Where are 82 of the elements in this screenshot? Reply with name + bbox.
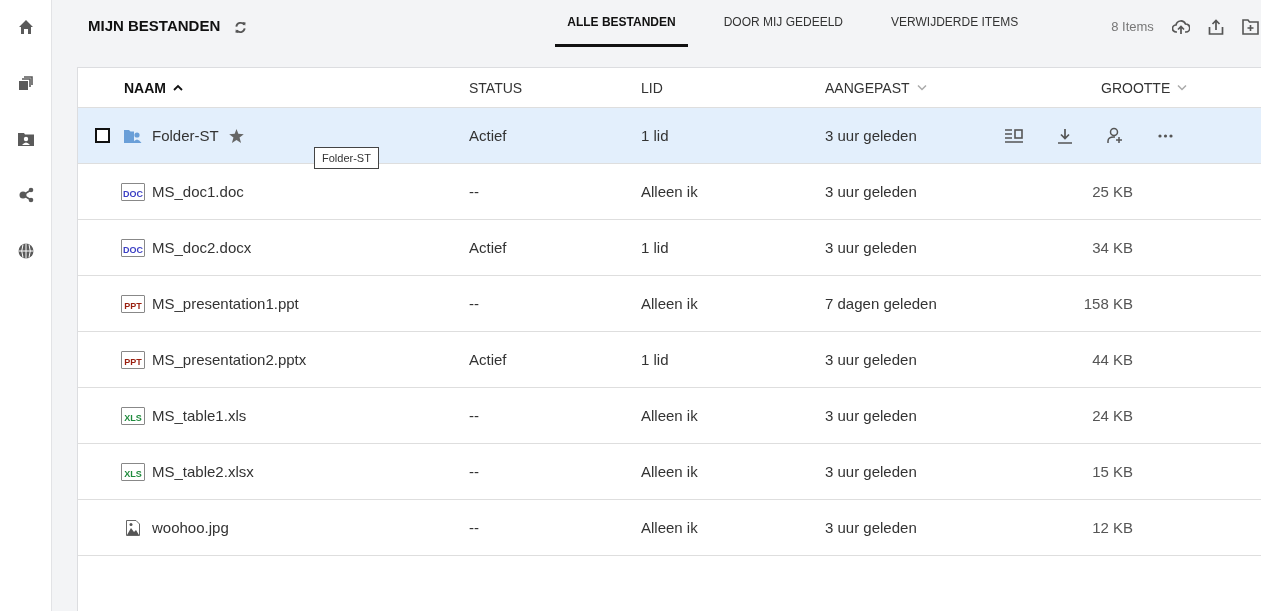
share-icon[interactable] bbox=[17, 187, 34, 203]
file-row[interactable]: XLS MS_table2.xlsx -- Alleen ik 3 uur geleden 15 KB bbox=[78, 444, 1261, 500]
size-cell-text: 25 KB bbox=[1091, 183, 1133, 200]
column-header[interactable]: GROOTTE bbox=[995, 79, 1261, 96]
status-cell-text: -- bbox=[469, 519, 480, 536]
column-header[interactable]: LID bbox=[641, 79, 825, 96]
member-cell-text: Alleen ik bbox=[641, 407, 699, 424]
home-icon[interactable] bbox=[17, 19, 34, 35]
file-name[interactable]: MS_presentation2.pptx bbox=[152, 351, 307, 368]
item-count: 8 Items bbox=[1111, 19, 1154, 34]
status-cell-text: -- bbox=[469, 407, 480, 424]
member-cell-text: Alleen ik bbox=[641, 463, 699, 480]
modified-cell-text: 3 uur geleden bbox=[825, 463, 918, 480]
status-cell-text: Actief bbox=[469, 127, 508, 144]
size-cell-text: 44 KB bbox=[1091, 351, 1133, 368]
size-cell-text: 158 KB bbox=[1082, 295, 1133, 312]
shared-folder-icon bbox=[124, 128, 142, 143]
tab[interactable]: ALLE BESTANDEN bbox=[555, 0, 688, 47]
document-icon: XLS bbox=[121, 462, 145, 481]
modified-cell-text: 3 uur geleden bbox=[825, 519, 918, 536]
tab[interactable]: VERWIJDERDE ITEMS bbox=[879, 0, 1031, 47]
column-header[interactable]: NAAM bbox=[124, 79, 469, 96]
file-name[interactable]: MS_table1.xls bbox=[152, 407, 247, 424]
document-icon: DOC bbox=[121, 182, 145, 201]
file-row[interactable]: XLS MS_table1.xls -- Alleen ik 3 uur geleden 24 KB bbox=[78, 388, 1261, 444]
checkbox[interactable] bbox=[94, 128, 110, 143]
member-cell-text: Alleen ik bbox=[641, 295, 699, 312]
more-icon[interactable] bbox=[1158, 133, 1173, 138]
globe-icon[interactable] bbox=[17, 243, 34, 259]
stacked-pages-icon[interactable] bbox=[17, 75, 34, 91]
document-icon: DOC bbox=[121, 238, 145, 257]
refresh-icon[interactable] bbox=[234, 21, 248, 34]
modified-cell-text: 3 uur geleden bbox=[825, 239, 918, 256]
status-cell-text: -- bbox=[469, 183, 480, 200]
file-name[interactable]: woohoo.jpg bbox=[152, 519, 229, 536]
person-folder-icon[interactable] bbox=[17, 132, 34, 146]
document-icon: XLS bbox=[121, 406, 145, 425]
star-icon[interactable] bbox=[228, 128, 244, 143]
chevron-down-icon bbox=[916, 84, 927, 91]
size-cell-text: 15 KB bbox=[1091, 463, 1133, 480]
status-cell-text: Actief bbox=[469, 239, 508, 256]
member-cell-text: Alleen ik bbox=[641, 183, 699, 200]
details-icon[interactable] bbox=[1005, 128, 1023, 143]
new-folder-icon[interactable] bbox=[1241, 18, 1259, 35]
upload-icon[interactable] bbox=[1207, 18, 1224, 35]
column-header[interactable]: STATUS bbox=[469, 79, 641, 96]
modified-cell-text: 3 uur geleden bbox=[825, 351, 918, 368]
page-title: MIJN BESTANDEN bbox=[88, 16, 221, 34]
document-icon: PPT bbox=[121, 350, 145, 369]
member-cell-text: 1 lid bbox=[641, 351, 670, 368]
add-user-icon[interactable] bbox=[1107, 127, 1124, 144]
file-row[interactable]: woohoo.jpg -- Alleen ik 3 uur geleden 12 KB bbox=[78, 500, 1261, 556]
file-name[interactable]: Folder-ST bbox=[152, 127, 219, 144]
file-name[interactable]: MS_doc2.docx bbox=[152, 239, 252, 256]
file-row[interactable]: PPT MS_presentation1.ppt -- Alleen ik 7 dagen geleden 158 KB bbox=[78, 276, 1261, 332]
file-name[interactable]: MS_table2.xlsx bbox=[152, 463, 254, 480]
size-cell-text: 12 KB bbox=[1091, 519, 1133, 536]
cloud-upload-icon[interactable] bbox=[1171, 18, 1190, 35]
member-cell-text: 1 lid bbox=[641, 127, 670, 144]
modified-cell-text: 3 uur geleden bbox=[825, 407, 918, 424]
tab[interactable]: DOOR MIJ GEDEELD bbox=[711, 0, 856, 47]
image-icon bbox=[124, 519, 142, 536]
status-cell-text: Actief bbox=[469, 351, 508, 368]
file-name[interactable]: MS_presentation1.ppt bbox=[152, 295, 299, 312]
member-cell-text: 1 lid bbox=[641, 239, 670, 256]
file-name[interactable]: MS_doc1.doc bbox=[152, 183, 244, 200]
size-cell-text: 34 KB bbox=[1091, 239, 1133, 256]
tooltip: Folder-ST bbox=[314, 147, 379, 169]
size-cell-text: 24 KB bbox=[1091, 407, 1133, 424]
file-row[interactable]: PPT MS_presentation2.pptx Actief 1 lid 3 uur geleden 44 KB bbox=[78, 332, 1261, 388]
download-icon[interactable] bbox=[1057, 127, 1073, 144]
document-icon: PPT bbox=[121, 294, 145, 313]
status-cell-text: -- bbox=[469, 295, 480, 312]
file-row[interactable]: DOC MS_doc2.docx Actief 1 lid 3 uur geleden 34 KB bbox=[78, 220, 1261, 276]
modified-cell-text: 3 uur geleden bbox=[825, 183, 918, 200]
modified-cell-text: 7 dagen geleden bbox=[825, 295, 938, 312]
status-cell-text: -- bbox=[469, 463, 480, 480]
member-cell-text: Alleen ik bbox=[641, 519, 699, 536]
column-header[interactable]: AANGEPAST bbox=[825, 79, 995, 96]
modified-cell-text: 3 uur geleden bbox=[825, 127, 918, 144]
chevron-down-icon bbox=[1177, 84, 1188, 91]
sort-up-icon bbox=[173, 84, 183, 91]
